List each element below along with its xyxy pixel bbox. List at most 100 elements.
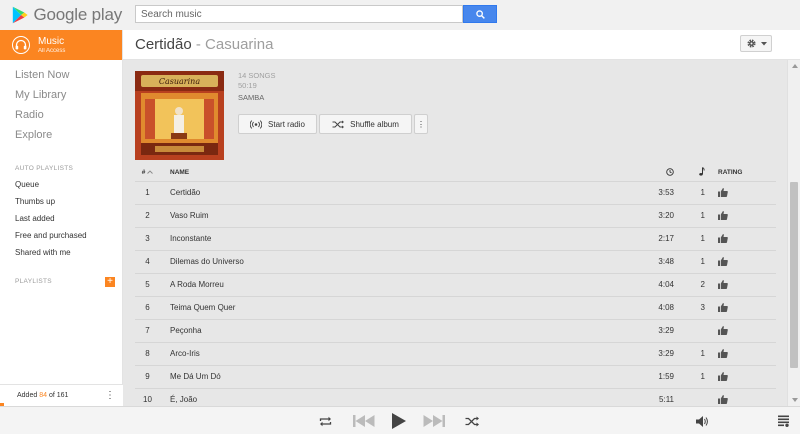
track-name[interactable]: Peçonha <box>160 318 633 342</box>
track-duration: 2:17 <box>633 226 678 250</box>
track-name[interactable]: Teima Quem Quer <box>160 295 633 319</box>
track-row[interactable]: 6 Teima Quem Quer 4:08 3 <box>135 295 776 319</box>
nav-radio[interactable]: Radio <box>0 105 122 125</box>
content-scrollbar[interactable] <box>787 60 800 406</box>
repeat-button[interactable] <box>318 413 332 429</box>
added-more-button[interactable]: ⋮ <box>105 385 115 407</box>
play-button[interactable] <box>390 413 408 429</box>
track-rating[interactable] <box>708 272 776 296</box>
track-row[interactable]: 5 A Roda Morreu 4:04 2 <box>135 272 776 296</box>
google-play-logo[interactable]: Google play <box>12 3 122 27</box>
queue-button[interactable] <box>776 413 792 429</box>
track-rating[interactable] <box>708 341 776 365</box>
thumbs-up-icon[interactable] <box>718 303 728 313</box>
track-row[interactable]: 7 Peçonha 3:29 <box>135 318 776 342</box>
music-note-icon <box>699 167 705 176</box>
next-icon <box>423 415 445 427</box>
scroll-up-arrow[interactable] <box>792 64 798 68</box>
album-name: Certidão <box>135 36 192 53</box>
settings-button[interactable] <box>740 35 772 52</box>
duration-column-header[interactable] <box>633 165 678 181</box>
album-meta: 14 SONGS 50:19 SAMBA <box>238 71 276 103</box>
track-row[interactable]: 1 Certidão 3:53 1 <box>135 180 776 204</box>
thumbs-up-icon[interactable] <box>718 326 728 336</box>
track-number: 6 <box>135 295 160 319</box>
queue-icon <box>778 415 789 427</box>
track-row[interactable]: 10 É, João 5:11 <box>135 387 776 406</box>
track-plays: 1 <box>678 249 708 273</box>
track-duration: 1:59 <box>633 364 678 388</box>
track-row[interactable]: 8 Arco-Iris 3:29 1 <box>135 341 776 365</box>
chevron-down-icon <box>760 41 767 45</box>
sidebar: Music All Access Listen Now My Library R… <box>0 30 123 406</box>
track-rating[interactable] <box>708 364 776 388</box>
thumbs-up-icon[interactable] <box>718 372 728 382</box>
track-rating[interactable] <box>708 249 776 273</box>
shuffle-album-button[interactable]: Shuffle album <box>319 114 412 134</box>
thumbs-up-icon[interactable] <box>718 395 728 405</box>
start-radio-label: Start radio <box>268 119 305 129</box>
track-row[interactable]: 3 Inconstante 2:17 1 <box>135 226 776 250</box>
plays-column-header[interactable] <box>678 165 708 181</box>
track-name[interactable]: Dilemas do Universo <box>160 249 633 273</box>
track-name[interactable]: A Roda Morreu <box>160 272 633 296</box>
main-nav: Listen Now My Library Radio Explore <box>0 60 122 145</box>
auto-playlist-thumbs-up[interactable]: Thumbs up <box>0 193 122 210</box>
sort-by-number[interactable]: # <box>135 165 160 181</box>
add-playlist-button[interactable]: + <box>105 277 115 287</box>
track-row[interactable]: 9 Me Dá Um Dó 1:59 1 <box>135 364 776 388</box>
track-list-header: # NAME RATING <box>135 165 776 181</box>
auto-playlist-last-added[interactable]: Last added <box>0 210 122 227</box>
search-button[interactable] <box>463 5 497 23</box>
track-name[interactable]: Arco-Iris <box>160 341 633 365</box>
album-more-button[interactable]: ⋮ <box>414 114 428 134</box>
scroll-down-arrow[interactable] <box>792 398 798 402</box>
thumbs-up-icon[interactable] <box>718 349 728 359</box>
track-rating[interactable] <box>708 295 776 319</box>
shuffle-button[interactable] <box>464 413 480 429</box>
track-name[interactable]: Vaso Ruim <box>160 203 633 227</box>
headphones-icon <box>12 36 30 54</box>
track-rating[interactable] <box>708 387 776 406</box>
volume-button[interactable] <box>694 413 710 429</box>
auto-playlist-free-and-purchased[interactable]: Free and purchased <box>0 227 122 244</box>
album-cover[interactable]: Casuarina <box>135 71 224 160</box>
track-name[interactable]: Certidão <box>160 180 633 204</box>
nav-explore[interactable]: Explore <box>0 125 122 145</box>
nav-listen-now[interactable]: Listen Now <box>0 65 122 85</box>
track-rating[interactable] <box>708 226 776 250</box>
previous-button[interactable] <box>352 413 376 429</box>
thumbs-up-icon[interactable] <box>718 280 728 290</box>
thumbs-up-icon[interactable] <box>718 188 728 198</box>
track-rating[interactable] <box>708 318 776 342</box>
track-name[interactable]: É, João <box>160 387 633 406</box>
track-rating[interactable] <box>708 203 776 227</box>
rating-column-header[interactable]: RATING <box>708 165 776 181</box>
track-number: 2 <box>135 203 160 227</box>
name-column-header[interactable]: NAME <box>160 165 633 181</box>
top-bar: Google play <box>0 0 800 30</box>
nav-my-library[interactable]: My Library <box>0 85 122 105</box>
track-row[interactable]: 4 Dilemas do Universo 3:48 1 <box>135 249 776 273</box>
auto-playlist-shared-with-me[interactable]: Shared with me <box>0 244 122 261</box>
clock-icon <box>666 168 674 176</box>
track-name[interactable]: Inconstante <box>160 226 633 250</box>
track-row[interactable]: 2 Vaso Ruim 3:20 1 <box>135 203 776 227</box>
thumbs-up-icon[interactable] <box>718 257 728 267</box>
album-genre[interactable]: SAMBA <box>238 93 276 103</box>
search-input[interactable] <box>135 5 463 23</box>
track-plays <box>678 387 708 406</box>
scrollbar-thumb[interactable] <box>790 182 798 368</box>
album-duration: 50:19 <box>238 81 257 90</box>
thumbs-up-icon[interactable] <box>718 234 728 244</box>
artist-link[interactable]: Casuarina <box>205 36 273 53</box>
thumbs-up-icon[interactable] <box>718 211 728 221</box>
auto-playlist-queue[interactable]: Queue <box>0 176 122 193</box>
track-name[interactable]: Me Dá Um Dó <box>160 364 633 388</box>
next-button[interactable] <box>422 413 446 429</box>
sort-up-icon <box>147 170 154 175</box>
music-tab[interactable]: Music All Access <box>0 30 122 60</box>
track-rating[interactable] <box>708 180 776 204</box>
playlists-row: PLAYLISTS + <box>0 276 123 288</box>
start-radio-button[interactable]: Start radio <box>238 114 317 134</box>
